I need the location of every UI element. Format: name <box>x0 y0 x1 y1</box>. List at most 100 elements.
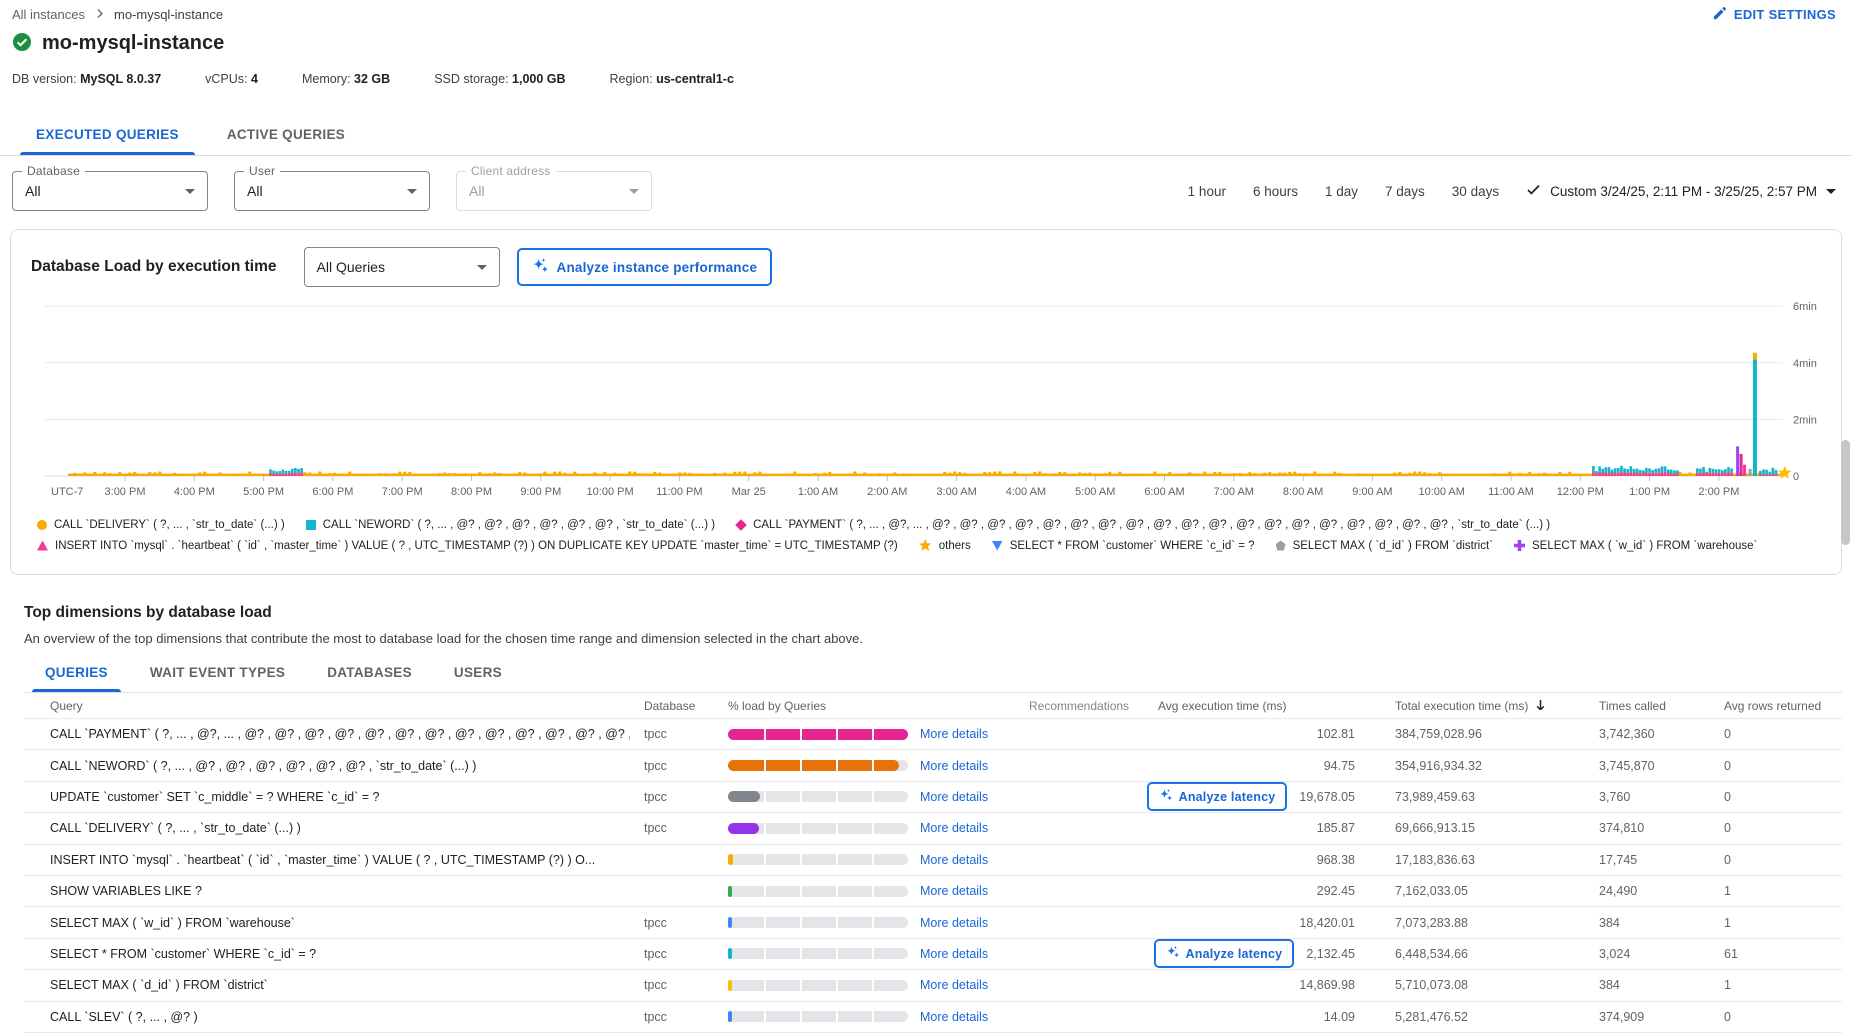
filter-select-database[interactable]: DatabaseAll <box>12 171 208 211</box>
load-bar-divider <box>800 917 802 928</box>
load-bar-divider <box>764 917 766 928</box>
svg-text:Mar 25: Mar 25 <box>732 486 766 498</box>
load-bar-divider <box>836 729 838 740</box>
load-bar-divider <box>836 791 838 802</box>
healthy-status-icon <box>12 32 32 55</box>
svg-text:11:00 PM: 11:00 PM <box>656 486 702 498</box>
analyze-instance-performance-button[interactable]: Analyze instance performance <box>517 248 773 286</box>
legend-item[interactable]: CALL `PAYMENT` ( ?, ... , @?, ... , @? ,… <box>736 519 1550 531</box>
legend-item[interactable]: SELECT MAX ( `d_id` ) FROM `district` <box>1276 540 1493 552</box>
time-range-30-days[interactable]: 30 days <box>1452 184 1499 199</box>
legend-marker-triangle-down-icon <box>992 541 1003 551</box>
legend-item[interactable]: INSERT INTO `mysql` . `heartbeat` ( `id`… <box>37 540 898 552</box>
load-bar-fill <box>728 854 733 865</box>
legend-item[interactable]: SELECT * FROM `customer` WHERE `c_id` = … <box>992 540 1255 552</box>
filter-selects: DatabaseAllUserAllClient addressAll <box>12 171 652 211</box>
load-bar <box>728 729 908 740</box>
legend-item[interactable]: others <box>919 539 971 552</box>
total-execution-cell: 17,183,836.63 <box>1365 853 1575 867</box>
time-range-1-hour[interactable]: 1 hour <box>1188 184 1226 199</box>
time-range-bar: 1 hour 6 hours 1 day 7 days 30 days Custom 3… <box>1188 182 1836 200</box>
time-range-1-day[interactable]: 1 day <box>1325 184 1358 199</box>
more-details-link[interactable]: More details <box>920 916 988 930</box>
load-bar-divider <box>836 1011 838 1022</box>
query-cell: SELECT MAX ( `d_id` ) FROM `district` <box>24 978 630 992</box>
filter-select-user[interactable]: UserAll <box>234 171 430 211</box>
total-execution-cell: 7,162,033.05 <box>1365 884 1575 898</box>
avg-rows-cell: 0 <box>1715 821 1842 835</box>
load-bar-divider <box>872 948 874 959</box>
query-cell: SHOW VARIABLES LIKE ? <box>24 884 630 898</box>
breadcrumb-all-instances[interactable]: All instances <box>12 7 85 22</box>
table-row: CALL `PAYMENT` ( ?, ... , @?, ... , @? ,… <box>24 719 1842 750</box>
svg-text:9:00 AM: 9:00 AM <box>1352 486 1392 498</box>
chevron-down-icon <box>407 189 417 194</box>
load-bar-divider <box>764 1011 766 1022</box>
time-range-6-hours[interactable]: 6 hours <box>1253 184 1298 199</box>
more-details-link[interactable]: More details <box>920 1010 988 1024</box>
dim-tab-databases[interactable]: DATABASES <box>306 653 433 692</box>
database-cell: tpcc <box>630 790 720 804</box>
dim-tab-wait-event-types[interactable]: WAIT EVENT TYPES <box>129 653 306 692</box>
time-range-7-days[interactable]: 7 days <box>1385 184 1425 199</box>
more-details-link[interactable]: More details <box>920 978 988 992</box>
more-details-link[interactable]: More details <box>920 947 988 961</box>
query-filter-select[interactable]: All Queries <box>304 247 500 287</box>
svg-text:4min: 4min <box>1793 358 1817 370</box>
legend-label: INSERT INTO `mysql` . `heartbeat` ( `id`… <box>55 540 898 552</box>
svg-text:12:00 PM: 12:00 PM <box>1557 486 1604 498</box>
col-header-total-execution-time-ms[interactable]: Total execution time (ms) <box>1365 698 1575 713</box>
load-bar-divider <box>764 886 766 897</box>
load-bar-divider <box>800 729 802 740</box>
more-details-link[interactable]: More details <box>920 884 988 898</box>
col-header-label: Database <box>644 699 695 713</box>
total-execution-cell: 5,281,476.52 <box>1365 1010 1575 1024</box>
load-bar-divider <box>872 854 874 865</box>
avg-execution-value: 2,132.45 <box>1306 947 1355 961</box>
check-icon <box>1526 182 1541 200</box>
dim-tab-queries[interactable]: QUERIES <box>24 653 129 692</box>
svg-text:0: 0 <box>1793 471 1799 483</box>
more-details-link[interactable]: More details <box>920 727 988 741</box>
times-called-cell: 24,490 <box>1575 884 1715 898</box>
edit-settings-button[interactable]: EDIT SETTINGS <box>1713 6 1836 23</box>
tab-active-queries[interactable]: ACTIVE QUERIES <box>203 113 369 155</box>
more-details-link[interactable]: More details <box>920 853 988 867</box>
col-header-avg-execution-time-ms: Avg execution time (ms) <box>1150 699 1365 713</box>
tab-executed-queries[interactable]: EXECUTED QUERIES <box>12 113 203 155</box>
total-execution-cell: 384,759,028.96 <box>1365 727 1575 741</box>
load-bar-divider <box>836 948 838 959</box>
svg-text:7:00 PM: 7:00 PM <box>382 486 423 498</box>
col-header-label: Total execution time (ms) <box>1395 699 1528 713</box>
load-bar-divider <box>872 886 874 897</box>
times-called-cell: 3,760 <box>1575 790 1715 804</box>
avg-execution-cell: 94.75 <box>1150 759 1365 773</box>
load-bar-divider <box>872 791 874 802</box>
legend-item[interactable]: SELECT MAX ( `w_id` ) FROM `warehouse` <box>1514 540 1757 552</box>
more-details-link[interactable]: More details <box>920 759 988 773</box>
query-cell: SELECT * FROM `customer` WHERE `c_id` = … <box>24 947 630 961</box>
legend-item[interactable]: CALL `NEWORD` ( ?, ... , @? , @? , @? , … <box>306 519 715 531</box>
load-bar-divider <box>872 917 874 928</box>
more-details-link[interactable]: More details <box>920 790 988 804</box>
svg-text:10:00 AM: 10:00 AM <box>1418 486 1464 498</box>
times-called-cell: 374,810 <box>1575 821 1715 835</box>
more-details-link[interactable]: More details <box>920 821 988 835</box>
legend-row: CALL `DELIVERY` ( ?, ... , `str_to_date`… <box>37 514 1815 535</box>
dim-tab-users[interactable]: USERS <box>433 653 523 692</box>
avg-execution-cell: 968.38 <box>1150 853 1365 867</box>
times-called-cell: 3,742,360 <box>1575 727 1715 741</box>
total-execution-cell: 6,448,534.66 <box>1365 947 1575 961</box>
legend-item[interactable]: CALL `DELIVERY` ( ?, ... , `str_to_date`… <box>37 519 285 531</box>
load-bar-divider <box>872 729 874 740</box>
custom-time-range-label: Custom 3/24/25, 2:11 PM - 3/25/25, 2:57 … <box>1550 184 1817 199</box>
custom-time-range[interactable]: Custom 3/24/25, 2:11 PM - 3/25/25, 2:57 … <box>1526 182 1836 200</box>
scrollbar-thumb[interactable] <box>1841 440 1850 545</box>
analyze-latency-button[interactable]: Analyze latency <box>1147 782 1288 811</box>
analyze-latency-button[interactable]: Analyze latency <box>1154 939 1295 968</box>
database-cell: tpcc <box>630 821 720 835</box>
load-bar <box>728 948 908 959</box>
db-load-chart[interactable]: 6min4min2min0UTC-73:00 PM4:00 PM5:00 PM6… <box>31 297 1821 512</box>
legend-marker-square-icon <box>306 520 316 530</box>
load-cell: More details <box>720 821 1005 835</box>
